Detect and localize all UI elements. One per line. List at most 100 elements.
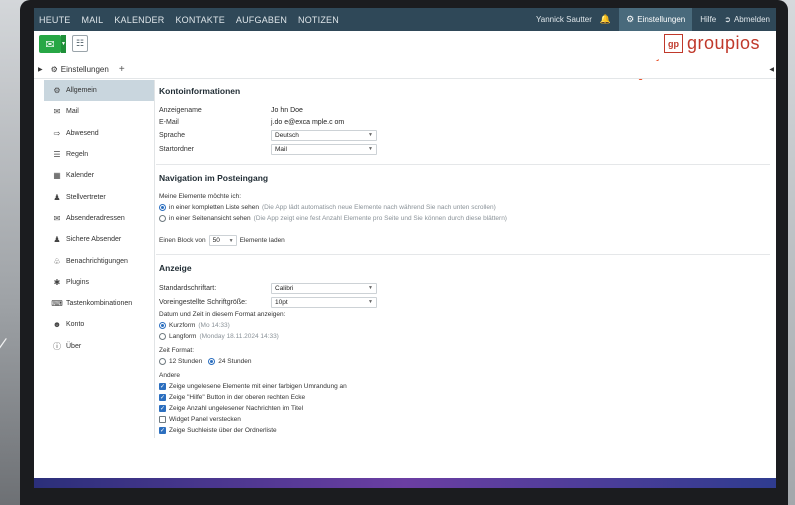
language-select[interactable]: Deutsch ▼: [271, 129, 377, 141]
sender-icon: ✉: [53, 213, 61, 223]
envelope-icon: ✉: [53, 107, 61, 117]
radio-label: Langform: [169, 333, 197, 340]
sidebar-item-tastenkombinationen[interactable]: ⌨ Tastenkombinationen: [44, 293, 154, 314]
add-tab-button[interactable]: +: [119, 64, 125, 75]
section-navigation: Navigation im Posteingang Meine Elemente…: [156, 173, 770, 246]
sidebar-item-kalender[interactable]: ▦ Kalender: [44, 165, 154, 186]
sidebar-item-label: Absenderadressen: [66, 214, 125, 222]
block-prefix: Einen Block von: [159, 237, 206, 244]
block-size-select[interactable]: 50 ▼: [208, 235, 237, 246]
check-unread-count[interactable]: ✓ Zeige Anzahl ungelesener Nachrichten i…: [159, 403, 770, 414]
radio-full-list[interactable]: in einer kompletten Liste sehen (Die App…: [159, 202, 770, 213]
select-value: 50: [212, 237, 220, 244]
sidebar-item-label: Abwesend: [66, 129, 99, 137]
laptop-frame: HEUTE MAIL KALENDER KONTAKTE AUFGABEN NO…: [20, 0, 788, 505]
section-display: Anzeige Standardschriftart: Calibri ▼ Vo…: [156, 263, 770, 436]
date-format-intro: Datum und Zeit in diesem Format anzeigen…: [159, 311, 286, 318]
font-size-select[interactable]: 10pt ▼: [271, 296, 377, 308]
radio-label: Kurzform: [169, 322, 196, 329]
calendar-icon: ▦: [53, 171, 61, 181]
sidebar-item-allgemein[interactable]: ⚙ Allgemein: [44, 80, 154, 102]
select-value: Mail: [275, 145, 287, 153]
time-format-row: 12 Stunden 24 Stunden: [159, 356, 770, 367]
info-icon: ⓘ: [53, 341, 61, 351]
block-suffix: Elemente laden: [239, 237, 285, 244]
logo-text: groupios: [687, 33, 761, 53]
sidebar-item-konto[interactable]: ☻ Konto: [44, 314, 154, 335]
radio-24h[interactable]: [208, 358, 216, 365]
sidebar-item-benachrichtigungen[interactable]: ♧ Benachrichtigungen: [44, 250, 154, 271]
radio-button[interactable]: [159, 333, 166, 340]
checkbox[interactable]: ✓: [159, 383, 166, 390]
field-label: Voreingestellte Schriftgröße:: [159, 298, 247, 306]
sidebar-item-plugins[interactable]: ✱ Plugins: [44, 272, 154, 293]
mail-app-button[interactable]: ✉: [39, 35, 61, 53]
gear-icon: ⚙: [626, 14, 635, 24]
section-title: Navigation im Posteingang: [159, 173, 269, 183]
checkbox[interactable]: [159, 416, 166, 423]
sidebar-item-label: Sichere Absender: [66, 236, 122, 244]
chevron-down-icon: ▼: [368, 146, 373, 152]
sidebar-item-label: Tastenkombinationen: [66, 300, 133, 308]
sidebar-item-mail[interactable]: ✉ Mail: [44, 101, 154, 122]
checkbox-label: Zeige Suchleiste über der Ordnerliste: [169, 427, 277, 434]
contacts-app-button[interactable]: ☷: [72, 35, 88, 52]
field-label: E-Mail: [159, 118, 179, 126]
top-navigation: HEUTE MAIL KALENDER KONTAKTE AUFGABEN NO…: [34, 8, 776, 31]
sidebar-item-label: Benachrichtigungen: [66, 257, 128, 265]
field-label: Anzeigename: [159, 106, 202, 114]
sidebar-item-absenderadressen[interactable]: ✉ Absenderadressen: [44, 208, 154, 229]
nav-kalender[interactable]: KALENDER: [114, 15, 164, 25]
nav-mail[interactable]: MAIL: [82, 15, 104, 25]
radio-long-date[interactable]: Langform (Monday 18.11.2024 14:33): [159, 331, 770, 342]
nav-notizen[interactable]: NOTIZEN: [298, 15, 339, 25]
check-help-button[interactable]: ✓ Zeige "Hilfe" Button in der oberen rec…: [159, 392, 770, 403]
radio-hint: (Die App lädt automatisch neue Elemente …: [261, 204, 496, 211]
bell-icon[interactable]: 🔔: [600, 14, 611, 25]
row-startfolder: Startordner Mail ▼: [159, 142, 770, 156]
radio-button[interactable]: [159, 322, 166, 329]
screen-glow: [34, 478, 776, 488]
radio-button[interactable]: [159, 215, 166, 222]
font-select[interactable]: Calibri ▼: [271, 282, 377, 294]
nav-aufgaben[interactable]: AUFGABEN: [236, 15, 287, 25]
check-search-bar[interactable]: ✓ Zeige Suchleiste über der Ordnerliste: [159, 425, 770, 436]
check-unread-border[interactable]: ✓ Zeige ungelesene Elemente mit einer fa…: [159, 381, 770, 392]
checkbox[interactable]: ✓: [159, 394, 166, 401]
sidebar-item-stellvertreter[interactable]: ♟ Stellvertreter: [44, 186, 154, 207]
nav-heute[interactable]: HEUTE: [39, 15, 71, 25]
startfolder-select[interactable]: Mail ▼: [271, 143, 377, 155]
settings-button[interactable]: ⚙ Einstellungen: [619, 8, 693, 31]
row-font: Standardschriftart: Calibri ▼: [159, 281, 770, 295]
radio-short-date[interactable]: Kurzform (Mo 14:33): [159, 320, 770, 331]
time-format-intro: Zeit Format:: [159, 347, 195, 354]
user-name[interactable]: Yannick Sautter: [536, 15, 592, 24]
checkbox[interactable]: ✓: [159, 427, 166, 434]
gear-icon: ⚙: [50, 65, 58, 74]
radio-button[interactable]: [159, 204, 166, 211]
caret-left-icon[interactable]: ◀: [769, 66, 774, 73]
settings-sidebar: ⚙ Allgemein ✉ Mail ⇨ Abwesend ☰ Regeln ▦…: [44, 80, 155, 450]
top-navigation-right: Yannick Sautter 🔔 ⚙ Einstellungen Hilfe …: [536, 8, 776, 31]
sidebar-item-abwesend[interactable]: ⇨ Abwesend: [44, 123, 154, 144]
logout-button[interactable]: ➲ Abmelden: [724, 15, 776, 24]
checkbox[interactable]: ✓: [159, 405, 166, 412]
checkbox-label: Zeige ungelesene Elemente mit einer farb…: [169, 383, 347, 390]
sidebar-item-label: Allgemein: [66, 87, 97, 95]
select-value: Calibri: [275, 284, 294, 292]
help-button[interactable]: Hilfe: [692, 15, 724, 24]
radio-page-view[interactable]: in einer Seitenansicht sehen (Die App ze…: [159, 213, 770, 224]
settings-main: Kontoinformationen Anzeigename Jo hn Doe…: [156, 80, 770, 450]
nav-kontakte[interactable]: KONTAKTE: [175, 15, 224, 25]
radio-hint: (Mo 14:33): [198, 322, 230, 329]
sidebar-item-ueber[interactable]: ⓘ Über: [44, 336, 154, 357]
mail-app-dropdown[interactable]: ▼: [61, 35, 66, 53]
sidebar-item-regeln[interactable]: ☰ Regeln: [44, 144, 154, 165]
caret-right-icon[interactable]: ▶: [38, 66, 43, 73]
check-hide-widget[interactable]: Widget Panel verstecken: [159, 414, 770, 425]
sidebar-item-sichere-absender[interactable]: ♟ Sichere Absender: [44, 229, 154, 250]
tab-einstellungen[interactable]: ⚙ Einstellungen: [47, 65, 113, 74]
radio-label: in einer Seitenansicht sehen: [169, 215, 251, 222]
row-display-name: Anzeigename Jo hn Doe: [159, 104, 770, 116]
radio-12h[interactable]: [159, 358, 166, 365]
